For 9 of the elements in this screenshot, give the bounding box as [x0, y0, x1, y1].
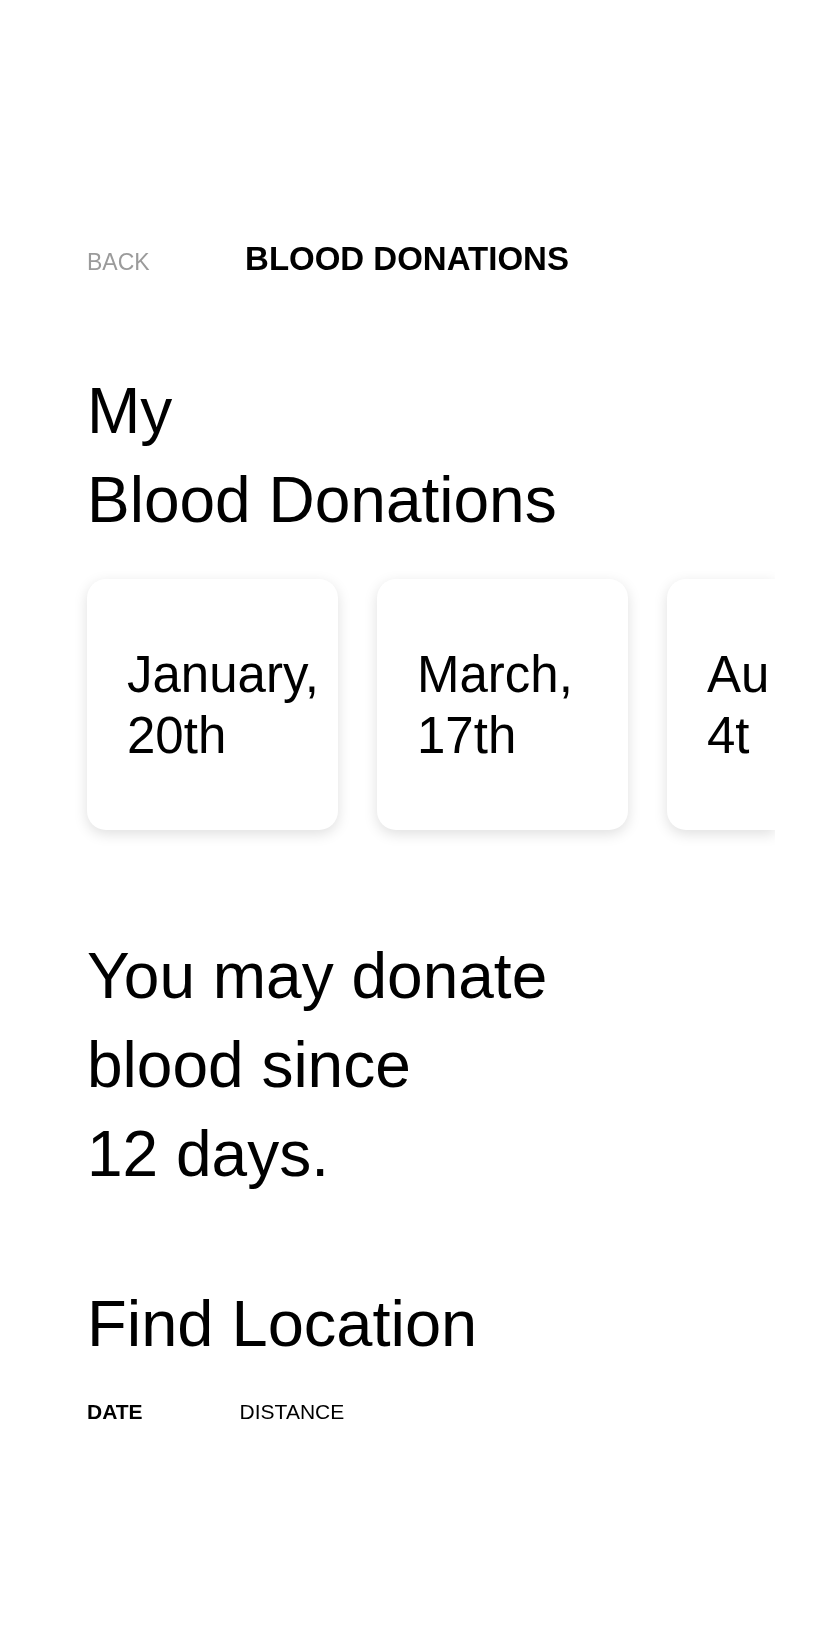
eligibility-message: You may donate blood since 12 days. — [86, 939, 549, 1192]
section-heading: My Blood Donations — [86, 374, 558, 538]
donation-date-card[interactable]: January, 20th — [87, 579, 338, 830]
page-title: BLOOD DONATIONS — [245, 239, 569, 279]
section-heading: Find Location — [86, 1286, 479, 1362]
donation-date-card[interactable]: Au 4t — [667, 579, 775, 830]
filter-tab[interactable]: DATE — [87, 1399, 143, 1425]
donation-date-card[interactable]: March, 17th — [377, 579, 628, 830]
filter-tab[interactable]: DISTANCE — [239, 1399, 345, 1425]
